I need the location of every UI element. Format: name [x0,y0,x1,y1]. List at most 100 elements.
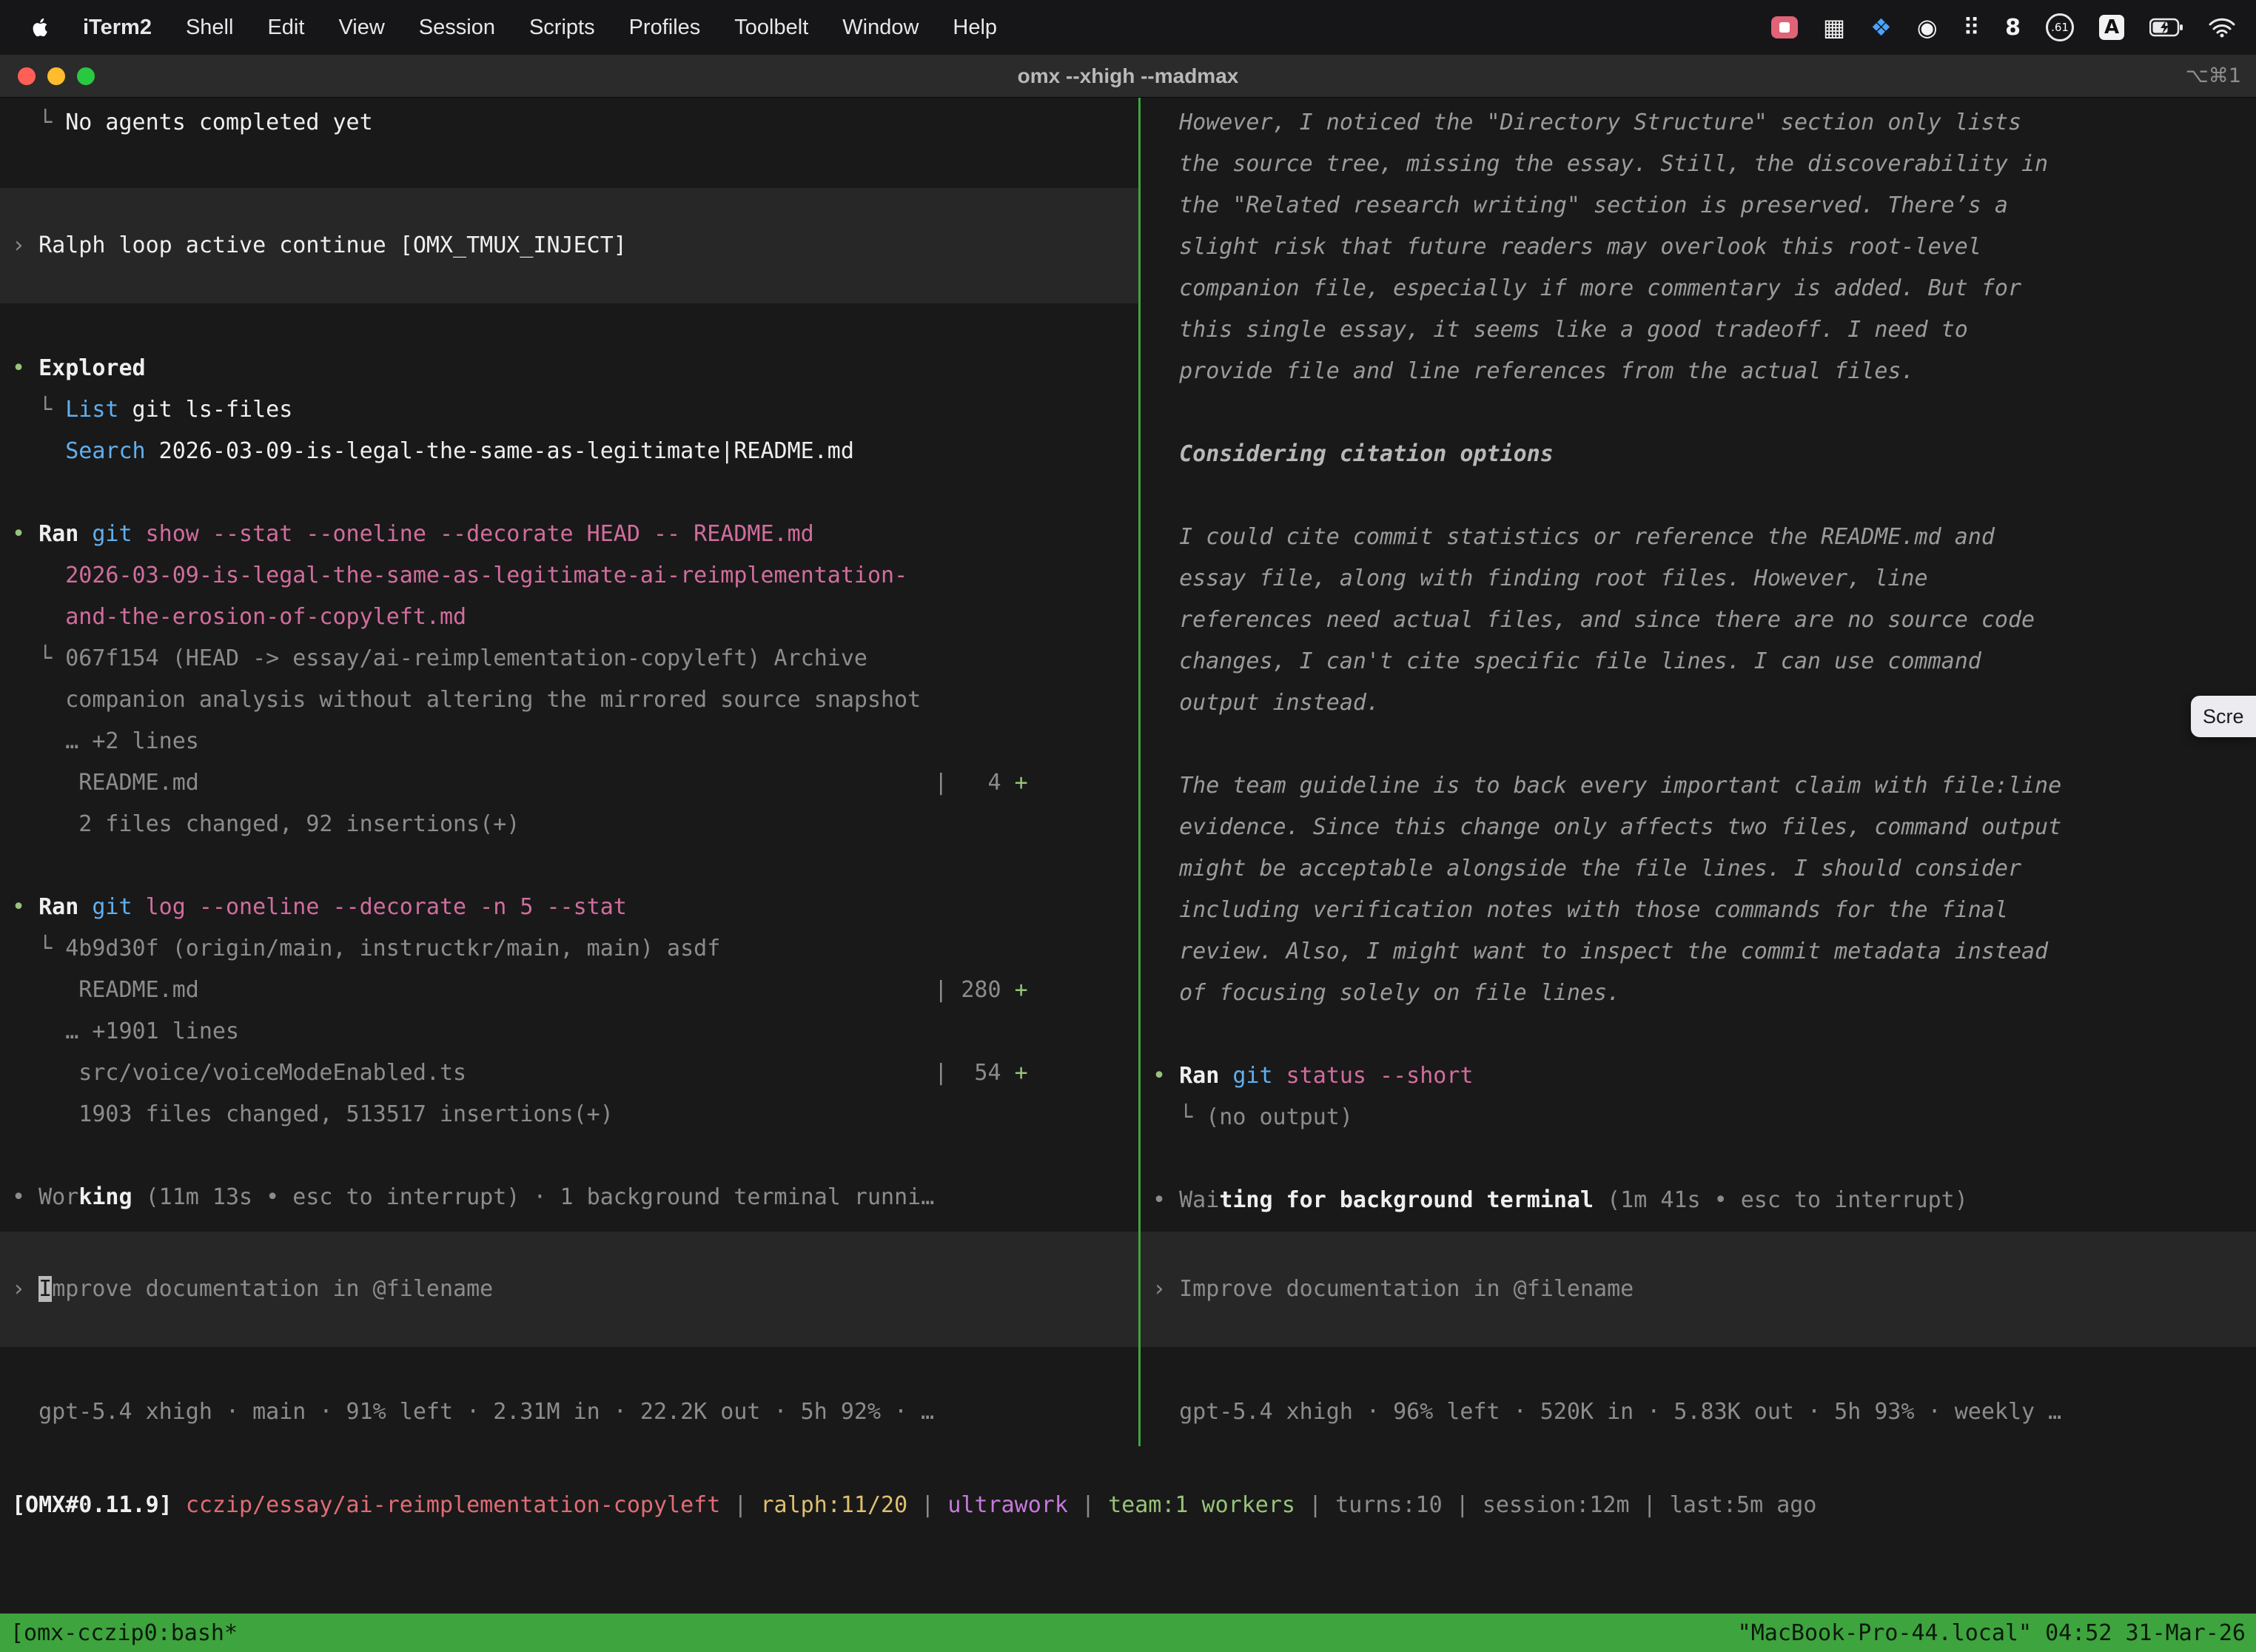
model-status-line: gpt-5.4 xhigh · main · 91% left · 2.31M … [0,1391,1138,1433]
dots-grid-icon[interactable]: ⠿ [1963,13,1980,41]
screen-recording-indicator[interactable] [1771,16,1798,38]
terminal-line [1141,1014,2256,1055]
circle-app-icon[interactable]: ◉ [1917,13,1938,41]
menu-item-toolbelt[interactable]: Toolbelt [734,16,808,40]
terminal-line: provide file and line references from th… [1141,351,2256,392]
terminal-line [1141,724,2256,765]
terminal-line: might be acceptable alongside the file l… [1141,848,2256,890]
terminal-line: the source tree, missing the essay. Stil… [1141,144,2256,185]
terminal-line: … +1901 lines [0,1011,1138,1052]
omx-status-line: [OMX#0.11.9] cczip/essay/ai-reimplementa… [0,1485,2256,1526]
terminal-line: output instead. [1141,682,2256,724]
tmux-host-clock: "MacBook-Pro-44.local" 04:52 31-Mar-26 [1738,1620,2246,1646]
terminal-line: Search 2026-03-09-is-legal-the-same-as-l… [0,431,1138,472]
terminal-line: README.md | 280 + [0,970,1138,1011]
model-status-line: gpt-5.4 xhigh · 96% left · 520K in · 5.8… [1141,1391,2256,1433]
window-title: omx --xhigh --madmax [0,64,2256,88]
terminal-line: evidence. Since this change only affects… [1141,807,2256,848]
menu-item-edit[interactable]: Edit [267,16,304,40]
grid-icon[interactable]: ▦ [1823,13,1845,41]
battery-gauge-icon[interactable]: .61 [2046,13,2074,41]
terminal-line: The team guideline is to back every impo… [1141,765,2256,807]
terminal-line: • Ran git log --oneline --decorate -n 5 … [0,887,1138,928]
left-pane-footer: › Improve documentation in @filename gpt… [0,1229,1138,1433]
right-pane-footer: › Improve documentation in @filename gpt… [1141,1229,2256,1433]
menu-item-session[interactable]: Session [419,16,495,40]
terminal-line: this single essay, it seems like a good … [1141,309,2256,351]
terminal-line: slight risk that future readers may over… [1141,226,2256,268]
macos-menubar: iTerm2 Shell Edit View Session Scripts Profile… [0,0,2256,55]
injected-prompt-banner: › Ralph loop active continue [OMX_TMUX_I… [0,188,1138,303]
terminal-line: … +2 lines [0,721,1138,762]
minimize-button[interactable] [47,67,65,85]
terminal-line [1141,1138,2256,1180]
working-status: • Working (11m 13s • esc to interrupt) ·… [0,1177,1138,1218]
terminal-line: └ 4b9d30f (origin/main, instructkr/main,… [0,928,1138,970]
terminal-line: 1903 files changed, 513517 insertions(+) [0,1094,1138,1135]
terminal-line [0,144,1138,185]
terminal-line: └ List git ls-files [0,389,1138,431]
menu-item-window[interactable]: Window [842,16,919,40]
notification-text: Scre [2203,705,2244,728]
window-shortcut-hint: ⌥⌘1 [2186,64,2256,87]
window-titlebar[interactable]: omx --xhigh --madmax ⌥⌘1 [0,55,2256,98]
terminal-line: 2 files changed, 92 insertions(+) [0,804,1138,845]
blue-app-icon[interactable]: ❖ [1870,13,1892,41]
terminal-line: src/voice/voiceModeEnabled.ts | 54 + [0,1052,1138,1094]
menubar-items: iTerm2 Shell Edit View Session Scripts Profile… [83,16,997,40]
close-button[interactable] [18,67,36,85]
apple-menu-icon[interactable] [25,13,55,42]
left-pane[interactable]: └ No agents completed yet › Ralph loop a… [0,98,1138,1446]
terminal-line: 2026-03-09-is-legal-the-same-as-legitima… [0,555,1138,597]
menu-item-shell[interactable]: Shell [186,16,234,40]
terminal-line [1141,1350,2256,1391]
right-pane[interactable]: However, I noticed the "Directory Struct… [1141,98,2256,1446]
menubar-status-icons: ▦ ❖ ◉ ⠿ 8 .61 A [1771,13,2235,41]
keypad-icon[interactable]: 8 [2005,15,2021,41]
zoom-button[interactable] [77,67,95,85]
prompt-input[interactable]: › Improve documentation in @filename [0,1232,1138,1347]
terminal-content: └ No agents completed yet › Ralph loop a… [0,98,2256,1614]
waiting-status: • Waiting for background terminal (1m 41… [1141,1180,2256,1221]
terminal-line: • Explored [0,348,1138,389]
notification-sliver[interactable]: Scre [2191,696,2256,737]
tmux-panes: └ No agents completed yet › Ralph loop a… [0,98,2256,1446]
iterm2-window: omx --xhigh --madmax ⌥⌘1 └ No agents com… [0,55,2256,1652]
terminal-line: • Ran git show --stat --oneline --decora… [0,514,1138,555]
right-pane-output: However, I noticed the "Directory Struct… [1141,102,2256,1221]
menu-item-view[interactable]: View [338,16,384,40]
stop-icon [1779,22,1790,33]
terminal-line: └ 067f154 (HEAD -> essay/ai-reimplementa… [0,638,1138,679]
terminal-line: and-the-erosion-of-copyleft.md [0,597,1138,638]
menu-item-scripts[interactable]: Scripts [529,16,595,40]
menu-item-help[interactable]: Help [953,16,997,40]
terminal-line: • Ran git status --short [1141,1055,2256,1097]
tmux-session-window[interactable]: [omx-cczip0:bash* [10,1620,238,1646]
input-source-icon[interactable]: A [2099,15,2124,40]
reasoning-heading: Considering citation options [1141,434,2256,475]
terminal-line [0,1350,1138,1391]
terminal-line: companion analysis without altering the … [0,679,1138,721]
battery-icon[interactable] [2149,18,2183,37]
terminal-line [0,472,1138,514]
terminal-line: └ (no output) [1141,1097,2256,1138]
prompt-input[interactable]: › Improve documentation in @filename [1141,1232,2256,1347]
terminal-line: essay file, along with finding root file… [1141,558,2256,600]
terminal-line: the "Related research writing" section i… [1141,185,2256,226]
terminal-line [1141,392,2256,434]
terminal-line: README.md | 4 + [0,762,1138,804]
terminal-line: └ No agents completed yet [0,102,1138,144]
menu-item-iterm2[interactable]: iTerm2 [83,16,152,40]
terminal-line [0,845,1138,887]
terminal-line [0,306,1138,348]
menu-item-profiles[interactable]: Profiles [629,16,701,40]
terminal-line: changes, I can't cite specific file line… [1141,641,2256,682]
tmux-status-bar: [omx-cczip0:bash* "MacBook-Pro-44.local"… [0,1614,2256,1652]
terminal-line: review. Also, I might want to inspect th… [1141,931,2256,973]
terminal-line: companion file, especially if more comme… [1141,268,2256,309]
terminal-line: including verification notes with those … [1141,890,2256,931]
terminal-line: of focusing solely on file lines. [1141,973,2256,1014]
wifi-icon[interactable] [2209,17,2235,38]
terminal-line: references need actual files, and since … [1141,600,2256,641]
omx-status-bar: [OMX#0.11.9] cczip/essay/ai-reimplementa… [0,1485,2256,1526]
